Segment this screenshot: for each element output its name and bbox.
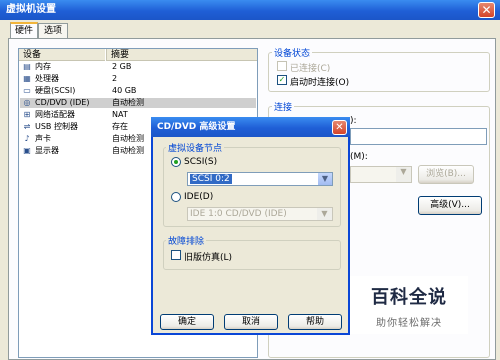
dialog-title: CD/DVD 高级设置 xyxy=(157,122,236,132)
network-adapter-icon: ⊞ xyxy=(23,110,31,119)
device-row-cd-dvd[interactable]: ◎ CD/DVD (IDE) 自动检测 xyxy=(20,98,256,108)
window-titlebar[interactable]: 虚拟机设置 xyxy=(0,0,500,20)
device-status-title: 设备状态 xyxy=(272,46,313,59)
scsi-radio[interactable] xyxy=(171,157,181,167)
close-icon: ✕ xyxy=(335,122,344,133)
watermark-subtitle: 助你轻松解决 xyxy=(376,318,442,329)
tab-hardware[interactable]: 硬件 xyxy=(10,22,38,38)
radio-selected-dot xyxy=(174,160,178,164)
hard-disk-icon: ▭ xyxy=(23,86,31,95)
device-summary: 2 xyxy=(112,74,118,83)
device-name: CD/DVD (IDE) xyxy=(35,98,90,107)
memory-icon: ▤ xyxy=(23,62,31,71)
sound-card-icon: ♪ xyxy=(24,134,30,143)
connected-checkbox[interactable] xyxy=(277,61,287,71)
scsi-node-select[interactable]: SCSI 0:2 ▼ xyxy=(187,172,333,186)
browse-button[interactable]: 浏览(B)... xyxy=(418,165,474,184)
connected-label: 已连接(C) xyxy=(290,64,331,74)
cancel-button[interactable]: 取消 xyxy=(224,314,278,330)
watermark-title: 百科全说 xyxy=(371,287,447,308)
ide-node-select[interactable]: IDE 1:0 CD/DVD (IDE) ▼ xyxy=(187,207,333,221)
column-header-device[interactable]: 设备 xyxy=(19,49,105,61)
device-name: 显示器 xyxy=(35,146,59,155)
help-button[interactable]: 帮助 xyxy=(288,314,342,330)
device-row-memory[interactable]: ▤ 内存 2 GB xyxy=(20,62,256,72)
tab-options[interactable]: 选项 xyxy=(38,23,68,38)
device-summary: 自动检测 xyxy=(112,134,144,143)
device-summary: 自动检测 xyxy=(112,146,144,155)
device-name: 硬盘(SCSI) xyxy=(35,86,76,95)
display-icon: ▣ xyxy=(23,146,31,155)
legacy-emulation-checkbox[interactable] xyxy=(171,250,181,260)
iso-path-field[interactable] xyxy=(350,128,487,145)
ide-label: IDE(D) xyxy=(184,192,214,202)
chevron-down-icon: ▼ xyxy=(317,208,332,220)
device-summary: NAT xyxy=(112,110,128,119)
device-name: USB 控制器 xyxy=(35,122,78,131)
device-summary: 自动检测 xyxy=(112,98,144,107)
device-summary: 2 GB xyxy=(112,62,132,71)
device-name: 内存 xyxy=(35,62,51,71)
connection-title: 连接 xyxy=(272,100,295,113)
connection-dropdown[interactable]: ▼ xyxy=(350,166,412,183)
column-header-summary[interactable]: 摘要 xyxy=(106,49,257,61)
cd-dvd-icon: ◎ xyxy=(23,98,31,107)
connect-at-power-on-checkbox[interactable]: ✓ xyxy=(277,75,287,85)
dialog-close-button[interactable]: ✕ xyxy=(332,120,347,135)
device-name: 网络适配器 xyxy=(35,110,75,119)
ok-button[interactable]: 确定 xyxy=(160,314,214,330)
connect-at-power-on-label: 启动时连接(O) xyxy=(290,78,350,88)
usb-controller-icon: ⇌ xyxy=(23,122,31,131)
device-row-processor[interactable]: ▦ 处理器 2 xyxy=(20,74,256,84)
window-close-button[interactable]: ✕ xyxy=(478,2,495,18)
scsi-label: SCSI(S) xyxy=(184,157,218,167)
chevron-down-icon: ▼ xyxy=(317,173,332,185)
legacy-emulation-label: 旧版仿真(L) xyxy=(184,253,233,263)
processor-icon: ▦ xyxy=(23,74,31,83)
virtual-device-node-title: 虚拟设备节点 xyxy=(166,141,225,154)
troubleshooting-title: 故障排除 xyxy=(166,234,207,247)
ide-radio[interactable] xyxy=(171,192,181,202)
device-name: 处理器 xyxy=(35,74,59,83)
ide-node-value: IDE 1:0 CD/DVD (IDE) xyxy=(190,209,287,219)
dialog-titlebar[interactable]: CD/DVD 高级设置 xyxy=(151,117,350,137)
device-name: 声卡 xyxy=(35,134,51,143)
chevron-down-icon: ▼ xyxy=(396,167,411,182)
window-title: 虚拟机设置 xyxy=(6,4,56,15)
advanced-button[interactable]: 高级(V)... xyxy=(418,196,482,215)
connection-partial-label: ): xyxy=(350,116,357,126)
device-summary: 存在 xyxy=(112,122,128,131)
close-icon: ✕ xyxy=(481,3,492,17)
scsi-node-value: SCSI 0:2 xyxy=(190,174,232,184)
connection-partial-label-2: (M): xyxy=(350,152,368,162)
device-row-hard-disk[interactable]: ▭ 硬盘(SCSI) 40 GB xyxy=(20,86,256,96)
device-summary: 40 GB xyxy=(112,86,137,95)
